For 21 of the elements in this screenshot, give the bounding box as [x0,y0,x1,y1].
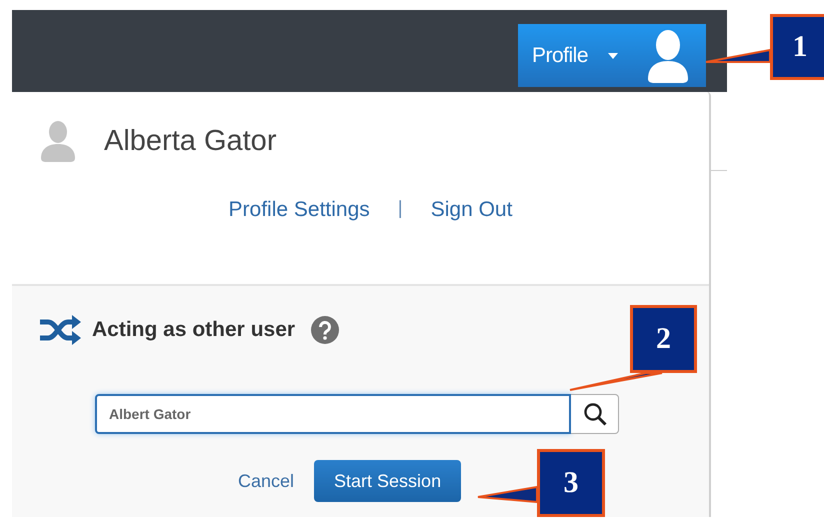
avatar-icon [646,28,690,82]
sign-out-link[interactable]: Sign Out [430,198,512,222]
separator: | [398,198,403,221]
help-icon[interactable] [311,316,340,344]
callout-pointer [705,48,771,63]
profile-button[interactable]: Profile [518,24,706,87]
callout-pointer [477,486,538,504]
callout-number: 3 [537,449,605,517]
avatar-icon [40,120,76,162]
shuffle-icon [38,314,82,346]
section-title: Acting as other user [92,318,296,342]
cancel-link[interactable]: Cancel [238,470,294,492]
search-button[interactable] [571,394,619,434]
search-icon [582,402,606,426]
callout-number: 2 [630,305,697,373]
caret-icon [608,52,618,58]
user-name: Alberta Gator [104,124,276,158]
user-search-field[interactable]: Albert Gator [95,394,571,434]
start-session-button[interactable]: Start Session [314,460,462,502]
callout-number: 1 [770,14,824,80]
profile-settings-link[interactable]: Profile Settings [228,198,370,222]
